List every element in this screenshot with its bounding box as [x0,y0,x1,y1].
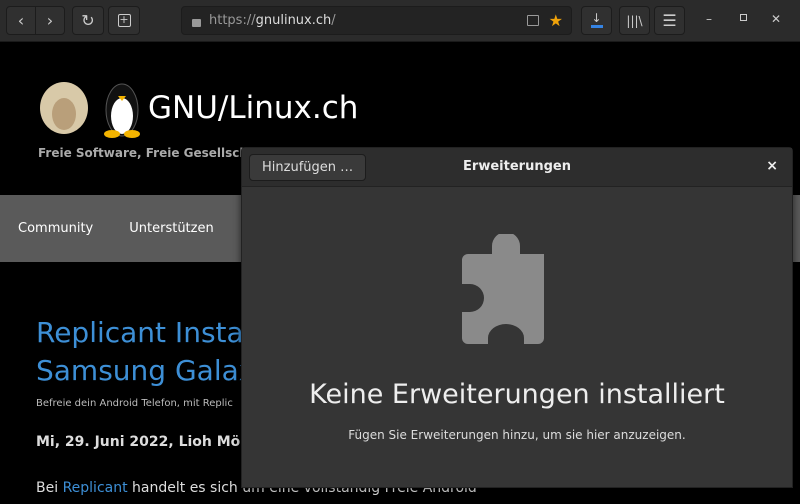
hamburger-icon: ☰ [662,11,677,30]
article-title-line-1[interactable]: Replicant Instal [36,314,255,352]
chevron-left-icon: ‹ [17,11,25,30]
article-title[interactable]: Replicant Instal Samsung Galax [36,314,255,390]
article-subtitle: Befreie dein Android Telefon, mit Replic [36,398,233,409]
site-title[interactable]: GNU/Linux.ch [148,90,358,126]
chevron-right-icon: › [46,11,54,30]
plus-box-icon: + [117,13,131,27]
dialog-title: Erweiterungen [463,159,571,174]
reload-button[interactable]: ↻ [72,6,104,35]
empty-state-title: Keine Erweiterungen installiert [309,379,725,410]
download-progress [590,25,603,28]
menu-button[interactable]: ☰ [654,6,685,35]
maximize-button[interactable] [740,14,747,21]
dialog-header: Hinzufügen … Erweiterungen × [242,148,792,187]
downloads-button[interactable]: ↓ [581,6,612,35]
reload-icon: ↻ [81,11,95,30]
close-window-button[interactable]: ✕ [771,12,781,26]
site-tagline: Freie Software, Freie Gesellschaft [38,146,268,160]
minimize-button[interactable]: – [706,12,712,26]
body-text: Bei [36,480,63,496]
article-title-line-2[interactable]: Samsung Galax [36,352,255,390]
url-path: / [331,13,336,28]
library-icon: |||\ [626,13,643,28]
new-tab-button[interactable]: + [108,6,140,35]
download-icon: ↓ [591,11,602,25]
puzzle-piece-icon [462,234,544,344]
extensions-dialog: Hinzufügen … Erweiterungen × Keine Erwei… [241,147,793,488]
gnu-tux-logo [40,82,140,138]
lock-icon [192,18,201,27]
browser-toolbar: ‹ › ↻ + https://gnulinux.ch / ★ ↓ |||\ ☰ … [0,0,800,42]
close-icon[interactable]: × [766,158,778,174]
empty-state-hint: Fügen Sie Erweiterungen hinzu, um sie hi… [348,428,686,442]
article-date-author: Mi, 29. Juni 2022, Lioh Möller [36,434,267,450]
bookmark-star-icon[interactable]: ★ [549,11,563,30]
library-button[interactable]: |||\ [619,6,650,35]
nav-community[interactable]: Community [18,221,93,236]
back-button[interactable]: ‹ [6,6,36,35]
url-host: gnulinux.ch [255,13,332,28]
reader-view-icon[interactable] [527,15,539,26]
replicant-link[interactable]: Replicant [63,480,128,496]
nav-unterstuetzen[interactable]: Unterstützen [129,221,213,236]
url-bar[interactable]: https://gnulinux.ch / ★ [181,6,572,35]
forward-button[interactable]: › [35,6,65,35]
url-scheme: https:// [209,13,256,28]
